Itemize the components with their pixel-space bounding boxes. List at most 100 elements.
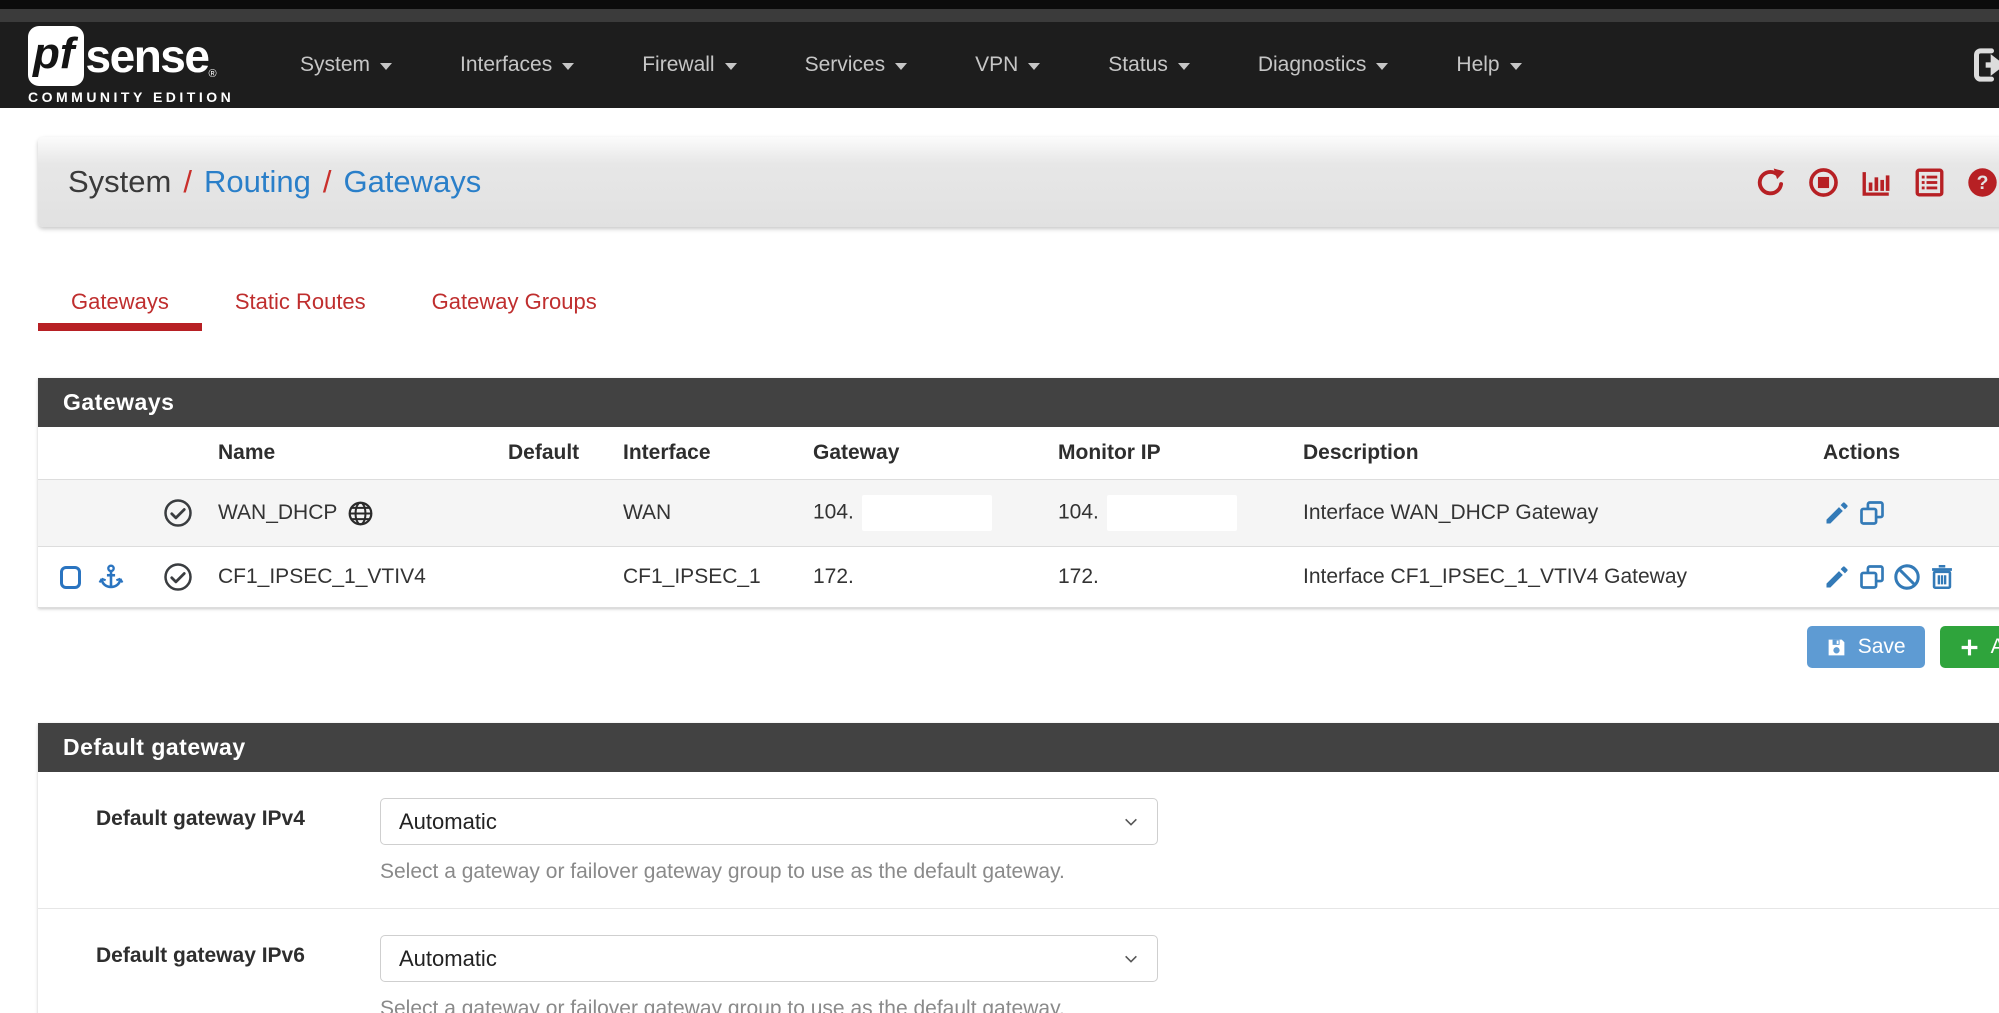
- top-navbar: pf sense ® COMMUNITY EDITION System Inte…: [0, 22, 1999, 108]
- chevron-down-icon: [1123, 951, 1139, 967]
- pfsense-logo[interactable]: pf sense ® COMMUNITY EDITION: [28, 26, 258, 105]
- gateways-panel-title: Gateways: [38, 378, 1999, 427]
- window-title-strip: [0, 9, 1999, 22]
- copy-icon[interactable]: [1858, 499, 1886, 527]
- disable-icon[interactable]: [1893, 563, 1921, 591]
- breadcrumb-link-routing[interactable]: Routing: [204, 164, 311, 200]
- globe-icon: [347, 500, 374, 527]
- refresh-icon[interactable]: [1755, 167, 1786, 198]
- chevron-down-icon: [1510, 63, 1522, 70]
- column-header-actions: Actions: [1813, 427, 1999, 480]
- default-gateway-ipv6-select[interactable]: Automatic: [380, 935, 1158, 982]
- tab-gateway-groups[interactable]: Gateway Groups: [399, 275, 630, 331]
- gateway-interface: CF1_IPSEC_1: [613, 547, 803, 608]
- gateway-default: [498, 480, 613, 547]
- column-header-name: Name: [208, 427, 498, 480]
- breadcrumb-separator: /: [183, 164, 192, 200]
- column-header-interface: Interface: [613, 427, 803, 480]
- nav-item-system[interactable]: System: [266, 53, 426, 77]
- table-row-wan-dhcp: WAN_DHCP WAN 104. 104. Interface WAN_DHC…: [38, 480, 1999, 547]
- gateway-address: 104.: [813, 501, 854, 524]
- nav-menu: System Interfaces Firewall Services VPN …: [266, 53, 1556, 77]
- stop-icon[interactable]: [1808, 167, 1839, 198]
- field-help-text: Select a gateway or failover gateway gro…: [380, 860, 1158, 884]
- default-gateway-ipv6-label: Default gateway IPv6: [38, 935, 380, 1013]
- delete-icon[interactable]: [1928, 563, 1956, 591]
- default-gateway-panel: Default gateway Default gateway IPv4 Aut…: [38, 723, 1999, 1013]
- save-button[interactable]: Save: [1807, 626, 1925, 668]
- edit-icon[interactable]: [1823, 563, 1851, 591]
- window-top-strip: [0, 0, 1999, 9]
- tab-gateways[interactable]: Gateways: [38, 275, 202, 331]
- logo-sense: sense: [86, 29, 209, 83]
- nav-item-diagnostics[interactable]: Diagnostics: [1224, 53, 1423, 77]
- plus-icon: [1959, 637, 1980, 658]
- selected-value: Automatic: [399, 946, 497, 972]
- status-online-icon: [163, 498, 193, 528]
- column-header-description: Description: [1293, 427, 1813, 480]
- chevron-down-icon: [1376, 63, 1388, 70]
- svg-text:?: ?: [1977, 172, 1989, 194]
- default-gateway-ipv4-label: Default gateway IPv4: [38, 798, 380, 884]
- logo-pf: pf: [28, 26, 84, 86]
- chevron-down-icon: [562, 63, 574, 70]
- routing-tabs: Gateways Static Routes Gateway Groups: [38, 275, 1999, 331]
- chevron-down-icon: [1178, 63, 1190, 70]
- selected-value: Automatic: [399, 809, 497, 835]
- log-icon[interactable]: [1914, 167, 1945, 198]
- gateway-interface: WAN: [613, 480, 803, 547]
- row-select-checkbox[interactable]: [60, 566, 81, 589]
- column-header-gateway: Gateway: [803, 427, 1048, 480]
- add-button[interactable]: Add: [1940, 626, 1999, 668]
- logo-registered-mark: ®: [208, 68, 216, 80]
- logout-icon[interactable]: [1969, 45, 1999, 85]
- gateway-default: [498, 547, 613, 608]
- gateways-panel: Gateways Name Default Interface Gateway …: [38, 378, 1999, 608]
- chevron-down-icon: [1028, 63, 1040, 70]
- column-header-default: Default: [498, 427, 613, 480]
- nav-item-firewall[interactable]: Firewall: [608, 53, 770, 77]
- gateway-name: CF1_IPSEC_1_VTIV4: [218, 565, 426, 589]
- breadcrumb: System / Routing / Gateways: [68, 164, 481, 200]
- monitor-ip: 172.: [1048, 547, 1293, 608]
- default-gateway-ipv4-select[interactable]: Automatic: [380, 798, 1158, 845]
- save-icon: [1826, 637, 1847, 658]
- copy-icon[interactable]: [1858, 563, 1886, 591]
- page-action-icons: ?: [1755, 167, 1998, 198]
- breadcrumb-link-gateways[interactable]: Gateways: [343, 164, 481, 200]
- breadcrumb-separator: /: [323, 164, 332, 200]
- gateway-address: 172.: [803, 547, 1048, 608]
- chevron-down-icon: [1123, 814, 1139, 830]
- nav-item-interfaces[interactable]: Interfaces: [426, 53, 608, 77]
- redacted-value: [1107, 495, 1237, 531]
- gateways-table: Name Default Interface Gateway Monitor I…: [38, 427, 1999, 608]
- chevron-down-icon: [895, 63, 907, 70]
- tab-static-routes[interactable]: Static Routes: [202, 275, 399, 331]
- default-gateway-panel-title: Default gateway: [38, 723, 1999, 772]
- column-header-monitor-ip: Monitor IP: [1048, 427, 1293, 480]
- nav-item-services[interactable]: Services: [771, 53, 942, 77]
- gateway-name: WAN_DHCP: [218, 501, 337, 525]
- redacted-value: [862, 495, 992, 531]
- help-icon[interactable]: ?: [1967, 167, 1998, 198]
- table-header-row: Name Default Interface Gateway Monitor I…: [38, 427, 1999, 480]
- edit-icon[interactable]: [1823, 499, 1851, 527]
- nav-item-vpn[interactable]: VPN: [941, 53, 1074, 77]
- table-row-cf1-ipsec: CF1_IPSEC_1_VTIV4 CF1_IPSEC_1 172. 172. …: [38, 547, 1999, 608]
- chevron-down-icon: [725, 63, 737, 70]
- gateways-button-row: Save Add: [38, 626, 1999, 668]
- breadcrumb-bar: System / Routing / Gateways: [38, 137, 1999, 227]
- chart-icon[interactable]: [1861, 167, 1892, 198]
- field-help-text: Select a gateway or failover gateway gro…: [380, 997, 1158, 1013]
- anchor-icon[interactable]: [97, 563, 125, 591]
- default-gateway-ipv4-row: Default gateway IPv4 Automatic Select a …: [38, 772, 1999, 908]
- status-online-icon: [163, 562, 193, 592]
- nav-item-help[interactable]: Help: [1422, 53, 1555, 77]
- gateway-description: Interface CF1_IPSEC_1_VTIV4 Gateway: [1293, 547, 1813, 608]
- breadcrumb-section: System: [68, 164, 171, 200]
- monitor-ip: 104.: [1058, 501, 1099, 524]
- nav-item-status[interactable]: Status: [1074, 53, 1224, 77]
- logo-edition: COMMUNITY EDITION: [28, 89, 258, 105]
- default-gateway-ipv6-row: Default gateway IPv6 Automatic Select a …: [38, 908, 1999, 1013]
- page-content: System / Routing / Gateways: [38, 137, 1999, 1013]
